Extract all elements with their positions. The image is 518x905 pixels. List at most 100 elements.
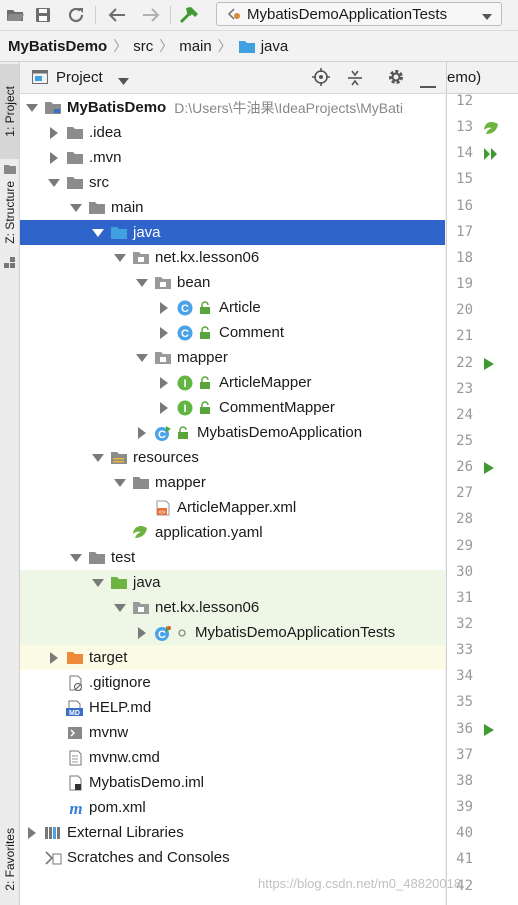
tree-node[interactable]: test xyxy=(20,545,445,570)
gear-icon[interactable] xyxy=(387,68,405,90)
tab-project[interactable]: 1: Project xyxy=(0,64,19,159)
run-configuration-dropdown[interactable]: MybatisDemoApplicationTests xyxy=(216,2,502,26)
tree-node[interactable]: main xyxy=(20,195,445,220)
expand-arrow-icon[interactable] xyxy=(70,552,82,564)
build-hammer-icon[interactable] xyxy=(178,4,200,26)
breadcrumb-separator: 〉 xyxy=(113,38,128,54)
collapse-arrow-icon[interactable] xyxy=(136,426,148,439)
save-icon[interactable] xyxy=(32,4,54,26)
collapse-arrow-icon[interactable] xyxy=(158,326,170,339)
collapse-arrow-icon[interactable] xyxy=(48,651,60,664)
expand-arrow-icon[interactable] xyxy=(70,202,82,214)
tree-node[interactable]: C MybatisDemoApplication xyxy=(20,420,445,445)
markdown-file-icon: MD xyxy=(66,700,84,716)
tree-node[interactable]: I CommentMapper xyxy=(20,395,445,420)
forward-arrow-icon[interactable] xyxy=(140,4,162,26)
spring-bean-icon[interactable] xyxy=(483,121,499,141)
line-number: 12 xyxy=(456,93,473,109)
breadcrumb-java[interactable]: java xyxy=(238,38,288,55)
tree-node[interactable]: resources xyxy=(20,445,445,470)
folder-icon xyxy=(66,150,84,166)
run-all-icon[interactable] xyxy=(483,147,499,165)
tree-node-label: net.kx.lesson06 xyxy=(155,249,260,266)
source-folder-icon xyxy=(110,225,128,241)
tree-node[interactable]: .mvn xyxy=(20,145,445,170)
expand-arrow-icon[interactable] xyxy=(114,252,126,264)
tree-node[interactable]: mapper xyxy=(20,470,445,495)
tree-node[interactable]: mvnw.cmd xyxy=(20,745,445,770)
expand-arrow-icon[interactable] xyxy=(92,577,104,589)
package-icon xyxy=(154,275,172,291)
breadcrumb-main[interactable]: main xyxy=(179,38,212,55)
tree-node-label: target xyxy=(89,649,128,666)
run-test-icon[interactable] xyxy=(483,357,495,375)
tree-node[interactable]: .gitignore xyxy=(20,670,445,695)
visibility-icon xyxy=(177,628,187,638)
tree-node[interactable]: Scratches and Consoles xyxy=(20,845,445,870)
tree-node[interactable]: mapper xyxy=(20,345,445,370)
editor-tab[interactable]: emo) xyxy=(447,62,518,94)
arrow-spacer xyxy=(114,527,126,539)
tree-node[interactable]: MyBatisDemo D:\Users\牛油果\IdeaProjects\MyB… xyxy=(20,95,445,120)
watermark: https://blog.csdn.net/m0_48820018 xyxy=(258,876,462,891)
tree-node[interactable]: I ArticleMapper xyxy=(20,370,445,395)
tree-node[interactable]: bean xyxy=(20,270,445,295)
line-number: 32 xyxy=(456,616,473,632)
tree-node[interactable]: java xyxy=(20,220,445,245)
line-number: 27 xyxy=(456,485,473,502)
collapse-arrow-icon[interactable] xyxy=(158,401,170,414)
tree-node[interactable]: C Article xyxy=(20,295,445,320)
expand-arrow-icon[interactable] xyxy=(48,177,60,189)
tree-node[interactable]: mvnw xyxy=(20,720,445,745)
line-number: 41 xyxy=(456,851,473,868)
breadcrumb-src[interactable]: src xyxy=(133,38,153,55)
line-number: 37 xyxy=(456,746,473,763)
tree-node[interactable]: java xyxy=(20,570,445,595)
collapse-arrow-icon[interactable] xyxy=(158,301,170,314)
tree-node[interactable]: src xyxy=(20,170,445,195)
line-number: 38 xyxy=(456,772,473,789)
tree-node[interactable]: MybatisDemo.iml xyxy=(20,770,445,795)
tree-node[interactable]: C MybatisDemoApplicationTests xyxy=(20,620,445,645)
tree-node[interactable]: net.kx.lesson06 xyxy=(20,245,445,270)
collapse-arrow-icon[interactable] xyxy=(136,626,148,639)
interface-icon: I xyxy=(176,400,194,416)
line-number: 34 xyxy=(456,668,473,685)
expand-arrow-icon[interactable] xyxy=(136,277,148,289)
sync-icon[interactable] xyxy=(65,4,87,26)
tree-node[interactable]: m pom.xml xyxy=(20,795,445,820)
tree-node[interactable]: <> ArticleMapper.xml xyxy=(20,495,445,520)
open-folder-icon[interactable] xyxy=(4,4,26,26)
back-arrow-icon[interactable] xyxy=(106,4,128,26)
expand-arrow-icon[interactable] xyxy=(92,227,104,239)
expand-arrow-icon[interactable] xyxy=(92,452,104,464)
expand-arrow-icon[interactable] xyxy=(114,602,126,614)
expand-arrow-icon[interactable] xyxy=(136,352,148,364)
tree-node[interactable]: .idea xyxy=(20,120,445,145)
minimize-icon[interactable] xyxy=(420,76,436,93)
tree-node[interactable]: net.kx.lesson06 xyxy=(20,595,445,620)
project-view-selector[interactable]: Project xyxy=(56,69,103,86)
project-view-icon xyxy=(32,70,48,88)
expand-arrow-icon[interactable] xyxy=(26,102,38,114)
locate-file-icon[interactable] xyxy=(312,68,330,90)
collapse-all-icon[interactable] xyxy=(346,69,364,91)
lock-icon xyxy=(199,400,211,415)
tree-node[interactable]: External Libraries xyxy=(20,820,445,845)
collapse-arrow-icon[interactable] xyxy=(26,826,38,839)
tree-node[interactable]: target xyxy=(20,645,445,670)
tree-node[interactable]: MD HELP.md xyxy=(20,695,445,720)
breadcrumb-project[interactable]: MyBatisDemo xyxy=(8,38,107,55)
tab-favorites[interactable]: 2: Favorites xyxy=(0,817,19,902)
run-test-icon[interactable] xyxy=(483,461,495,479)
tab-structure[interactable]: Z: Structure xyxy=(0,172,19,252)
line-number: 35 xyxy=(456,694,473,711)
collapse-arrow-icon[interactable] xyxy=(48,126,60,139)
chevron-down-icon[interactable] xyxy=(118,73,129,90)
tree-node[interactable]: C Comment xyxy=(20,320,445,345)
tree-node[interactable]: application.yaml xyxy=(20,520,445,545)
run-test-icon[interactable] xyxy=(483,723,495,741)
collapse-arrow-icon[interactable] xyxy=(48,151,60,164)
collapse-arrow-icon[interactable] xyxy=(158,376,170,389)
expand-arrow-icon[interactable] xyxy=(114,477,126,489)
